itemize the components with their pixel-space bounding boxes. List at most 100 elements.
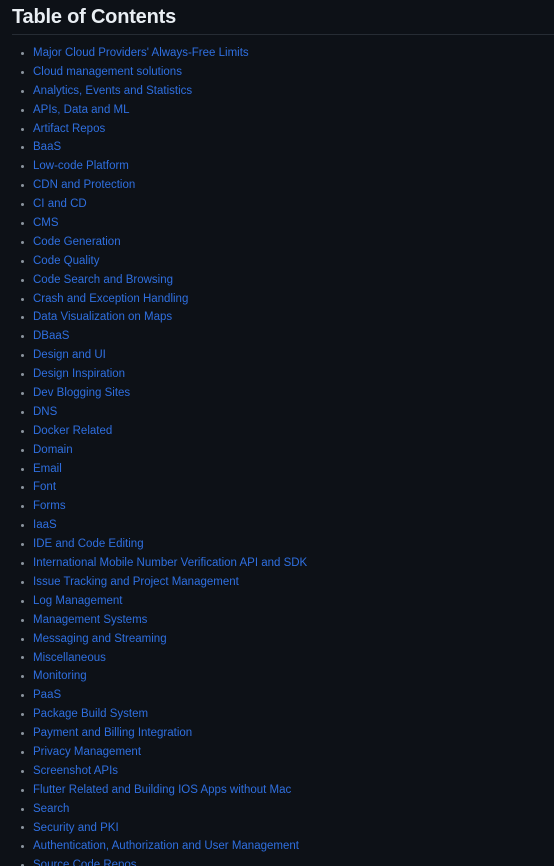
list-item[interactable]: Code Generation [0,233,554,252]
list-item[interactable]: Monitoring [0,667,554,686]
toc-link[interactable]: Major Cloud Providers' Always-Free Limit… [33,44,249,63]
toc-link[interactable]: Authentication, Authorization and User M… [33,837,299,856]
list-item[interactable]: Forms [0,497,554,516]
list-item[interactable]: Messaging and Streaming [0,630,554,649]
toc-link[interactable]: APIs, Data and ML [33,101,130,120]
toc-link[interactable]: Code Quality [33,252,99,271]
toc-link[interactable]: Domain [33,441,73,460]
list-item[interactable]: DNS [0,403,554,422]
toc-link[interactable]: Data Visualization on Maps [33,308,172,327]
toc-link[interactable]: CI and CD [33,195,87,214]
list-item[interactable]: Analytics, Events and Statistics [0,82,554,101]
toc-link[interactable]: Flutter Related and Building IOS Apps wi… [33,781,291,800]
list-item[interactable]: CI and CD [0,195,554,214]
list-item[interactable]: CMS [0,214,554,233]
toc-link[interactable]: Email [33,460,62,479]
list-item[interactable]: Privacy Management [0,743,554,762]
list-item[interactable]: Authentication, Authorization and User M… [0,837,554,856]
toc-link[interactable]: BaaS [33,138,61,157]
list-item[interactable]: Management Systems [0,611,554,630]
bullet-icon [21,373,24,377]
toc-link[interactable]: Crash and Exception Handling [33,290,188,309]
list-item[interactable]: Domain [0,441,554,460]
toc-link[interactable]: Security and PKI [33,819,119,838]
list-item[interactable]: Font [0,478,554,497]
toc-link[interactable]: CDN and Protection [33,176,135,195]
list-item[interactable]: Email [0,460,554,479]
toc-link[interactable]: Miscellaneous [33,649,106,668]
toc-link[interactable]: PaaS [33,686,61,705]
toc-link[interactable]: Cloud management solutions [33,63,182,82]
toc-link[interactable]: Privacy Management [33,743,141,762]
bullet-icon [21,259,24,263]
toc-link[interactable]: Design Inspiration [33,365,125,384]
toc-link[interactable]: Analytics, Events and Statistics [33,82,192,101]
list-item[interactable]: Payment and Billing Integration [0,724,554,743]
toc-link[interactable]: Design and UI [33,346,106,365]
toc-link[interactable]: Artifact Repos [33,120,105,139]
list-item[interactable]: Miscellaneous [0,649,554,668]
toc-link[interactable]: Package Build System [33,705,148,724]
list-item[interactable]: DBaaS [0,327,554,346]
toc-link[interactable]: Docker Related [33,422,112,441]
list-item[interactable]: Artifact Repos [0,120,554,139]
toc-link[interactable]: IDE and Code Editing [33,535,144,554]
list-item[interactable]: Flutter Related and Building IOS Apps wi… [0,781,554,800]
list-item[interactable]: Security and PKI [0,819,554,838]
toc-link[interactable]: Payment and Billing Integration [33,724,192,743]
toc-link[interactable]: DNS [33,403,57,422]
list-item[interactable]: APIs, Data and ML [0,101,554,120]
list-item[interactable]: Code Quality [0,252,554,271]
list-item[interactable]: International Mobile Number Verification… [0,554,554,573]
toc-link[interactable]: Issue Tracking and Project Management [33,573,239,592]
list-item[interactable]: PaaS [0,686,554,705]
list-item[interactable]: Design Inspiration [0,365,554,384]
toc-header: Table of Contents [0,0,554,30]
list-item[interactable]: Design and UI [0,346,554,365]
list-item[interactable]: Search [0,800,554,819]
bullet-icon [21,826,24,830]
list-item[interactable]: Screenshot APIs [0,762,554,781]
list-item[interactable]: BaaS [0,138,554,157]
list-item[interactable]: IaaS [0,516,554,535]
toc-link[interactable]: IaaS [33,516,57,535]
toc-link[interactable]: Log Management [33,592,123,611]
list-item[interactable]: Data Visualization on Maps [0,308,554,327]
list-item[interactable]: CDN and Protection [0,176,554,195]
toc-link[interactable]: Screenshot APIs [33,762,118,781]
toc-link[interactable]: DBaaS [33,327,69,346]
bullet-icon [21,184,24,188]
toc-link[interactable]: Forms [33,497,66,516]
toc-link[interactable]: Management Systems [33,611,147,630]
toc-link[interactable]: Source Code Repos [33,856,137,866]
toc-link[interactable]: Dev Blogging Sites [33,384,130,403]
list-item[interactable]: Log Management [0,592,554,611]
list-item[interactable]: Low-code Platform [0,157,554,176]
toc-link[interactable]: Search [33,800,69,819]
list-item[interactable]: Issue Tracking and Project Management [0,573,554,592]
bullet-icon [21,146,24,150]
toc-link[interactable]: CMS [33,214,59,233]
list-item[interactable]: Cloud management solutions [0,63,554,82]
list-item[interactable]: Major Cloud Providers' Always-Free Limit… [0,44,554,63]
toc-link[interactable]: Messaging and Streaming [33,630,167,649]
toc-link[interactable]: Code Generation [33,233,121,252]
toc-link[interactable]: Low-code Platform [33,157,129,176]
list-item[interactable]: Crash and Exception Handling [0,290,554,309]
list-item[interactable]: Dev Blogging Sites [0,384,554,403]
page-title: Table of Contents [12,6,177,28]
list-item[interactable]: IDE and Code Editing [0,535,554,554]
bullet-icon [21,316,24,320]
toc-link[interactable]: Font [33,478,56,497]
bullet-icon [21,70,24,74]
list-item[interactable]: Docker Related [0,422,554,441]
list-item[interactable]: Code Search and Browsing [0,271,554,290]
list-item[interactable]: Source Code Repos [0,856,554,866]
toc-link[interactable]: Monitoring [33,667,87,686]
bullet-icon [21,694,24,698]
bullet-icon [21,750,24,754]
toc-link[interactable]: International Mobile Number Verification… [33,554,307,573]
toc-link[interactable]: Code Search and Browsing [33,271,173,290]
bullet-icon [21,354,24,358]
list-item[interactable]: Package Build System [0,705,554,724]
